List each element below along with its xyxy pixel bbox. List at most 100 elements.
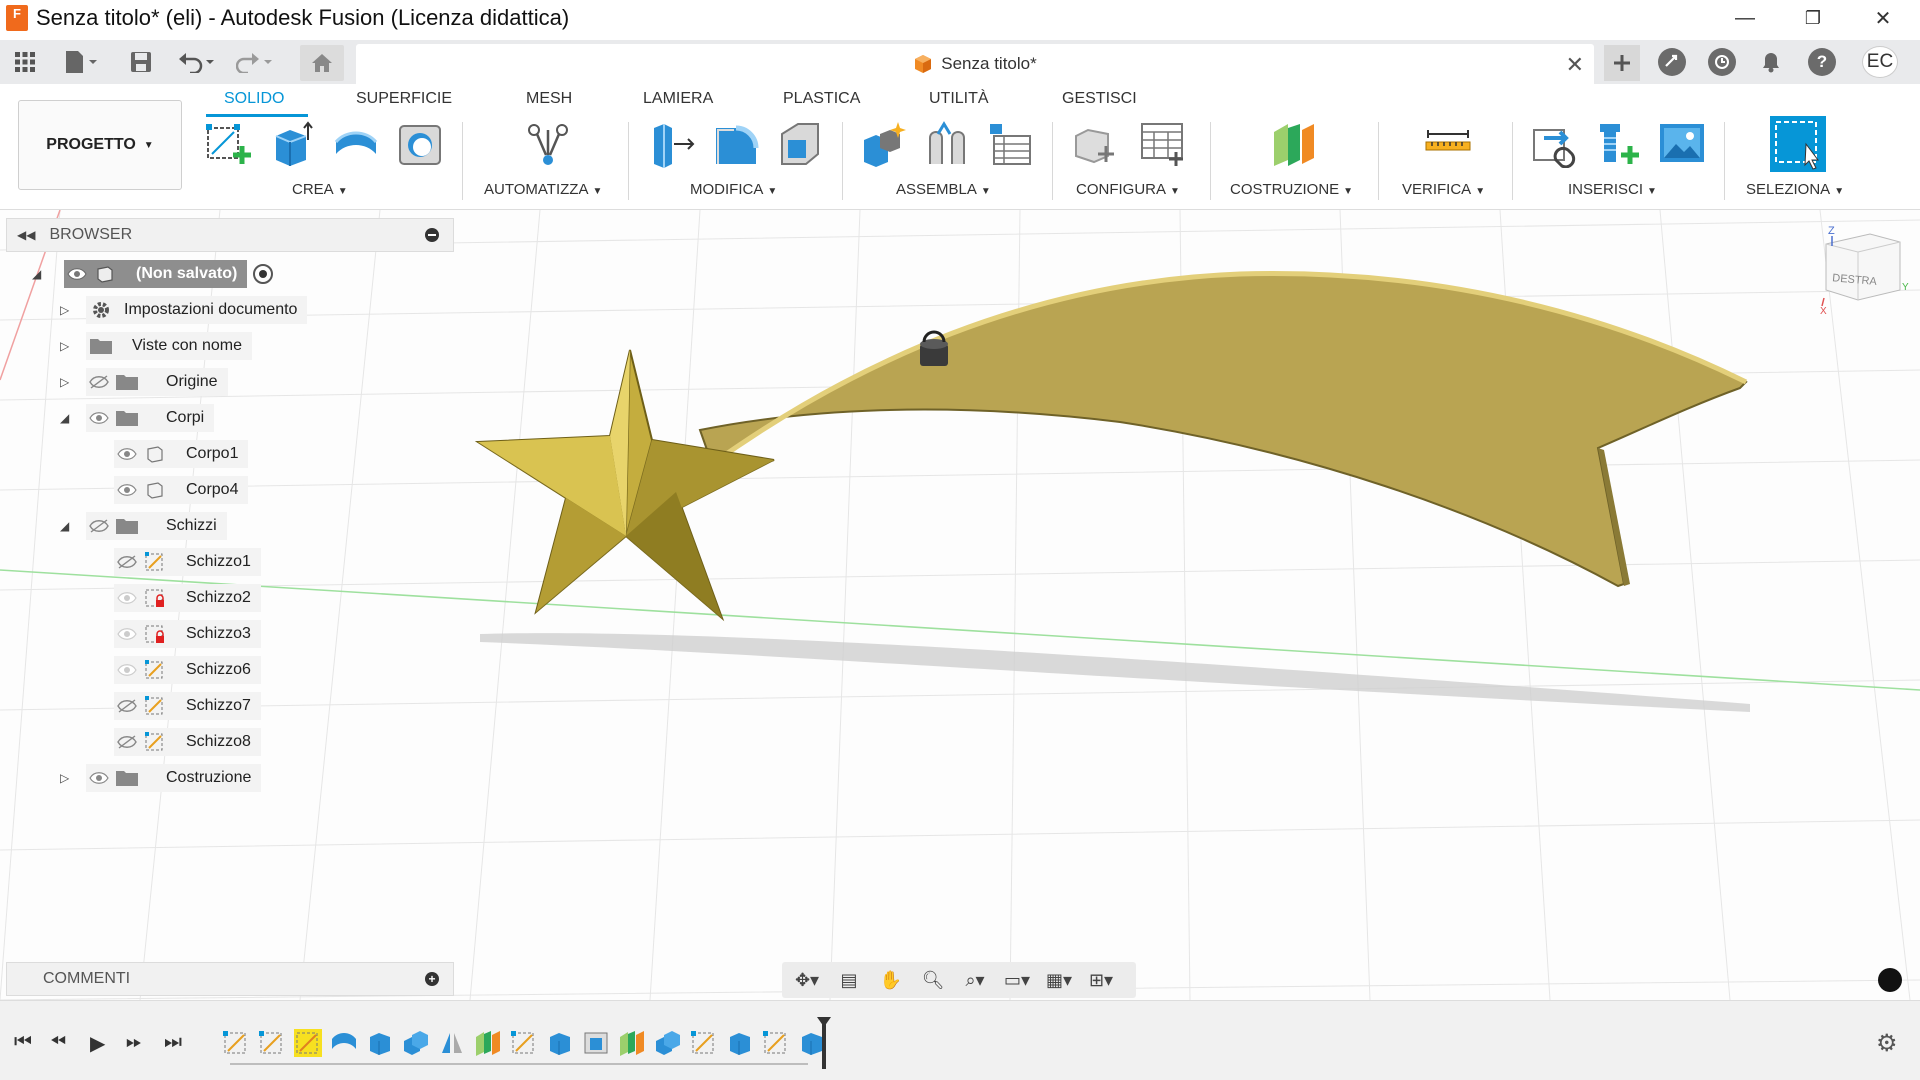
measure-icon[interactable]	[1424, 120, 1472, 168]
viewports-icon[interactable]: ⊞▾	[1082, 965, 1120, 995]
timeline-feature-extrude-icon[interactable]	[366, 1029, 394, 1057]
timeline-feature-sketch-icon[interactable]	[510, 1029, 538, 1057]
document-tab[interactable]: Senza titolo* ✕	[356, 44, 1594, 84]
offset-plane-icon[interactable]	[1270, 120, 1318, 168]
activate-radio-icon[interactable]	[253, 264, 274, 284]
workspace-switcher-button[interactable]: PROGETTO ▼	[18, 100, 182, 190]
eye-icon[interactable]	[86, 764, 112, 792]
tree-item-corpo1[interactable]: Corpo1	[114, 440, 249, 468]
group-inserisci-dropdown[interactable]: INSERISCI ▼	[1568, 181, 1657, 198]
timeline-previous-icon[interactable]: ⏪︎	[50, 1031, 66, 1054]
timeline-feature-mirror-icon[interactable]	[438, 1029, 466, 1057]
redo-icon[interactable]	[234, 47, 274, 77]
look-at-icon[interactable]: ▤	[830, 965, 868, 995]
tab-plastica[interactable]: PLASTICA	[783, 90, 860, 108]
tree-item-corpo4[interactable]: Corpo4	[114, 476, 249, 504]
configure-icon[interactable]	[1072, 120, 1120, 168]
undo-icon[interactable]	[176, 47, 216, 77]
group-configura-dropdown[interactable]: CONFIGURA ▼	[1076, 181, 1180, 198]
eye-icon[interactable]	[114, 476, 140, 504]
canvas-viewport[interactable]: DESTRA Z Y X ◀◀ BROWSER ◢ (Non salvato) …	[0, 210, 1920, 1000]
group-assembla-dropdown[interactable]: ASSEMBLA ▼	[896, 181, 991, 198]
eye-icon[interactable]	[64, 260, 90, 288]
timeline-next-icon[interactable]: ⏩︎	[126, 1031, 142, 1054]
tree-item-schizzi[interactable]: ◢ Schizzi	[56, 512, 227, 540]
timeline-feature-extrude-icon[interactable]	[726, 1029, 754, 1057]
group-verifica-dropdown[interactable]: VERIFICA ▼	[1402, 181, 1485, 198]
tab-gestisci[interactable]: GESTISCI	[1062, 90, 1137, 108]
select-icon[interactable]	[1770, 116, 1826, 172]
tree-item-schizzo6[interactable]: Schizzo6	[114, 656, 261, 684]
add-comment-icon[interactable]: +	[425, 972, 439, 986]
eye-icon[interactable]	[114, 440, 140, 468]
tree-expand-icon[interactable]: ▷	[60, 303, 69, 317]
home-icon[interactable]	[300, 45, 344, 81]
tree-expand-icon[interactable]: ▷	[60, 375, 69, 389]
insert-mcmaster-icon[interactable]	[1594, 120, 1642, 168]
chamfer-icon[interactable]	[776, 120, 824, 168]
group-crea-dropdown[interactable]: CREA ▼	[292, 181, 348, 198]
revolve-icon[interactable]	[332, 120, 380, 168]
tree-item-schizzo7[interactable]: Schizzo7	[114, 692, 261, 720]
eye-icon[interactable]	[114, 584, 140, 612]
tree-item-costruzione[interactable]: ▷ Costruzione	[56, 764, 262, 792]
timeline-feature-shell-icon[interactable]	[582, 1029, 610, 1057]
tree-item-schizzo8[interactable]: Schizzo8	[114, 728, 261, 756]
tree-collapse-icon[interactable]: ◢	[32, 267, 41, 281]
timeline-feature-combine-icon[interactable]	[402, 1029, 430, 1057]
document-tab-close-icon[interactable]: ✕	[1566, 52, 1584, 78]
timeline-feature-plane-icon[interactable]	[474, 1029, 502, 1057]
close-button[interactable]: ✕	[1854, 0, 1912, 36]
job-status-clock-icon[interactable]	[1708, 48, 1736, 76]
timeline-feature-revolve-icon[interactable]	[330, 1029, 358, 1057]
timeline-feature-sketch-icon[interactable]	[258, 1029, 286, 1057]
tree-expand-icon[interactable]: ▷	[60, 771, 69, 785]
tree-collapse-icon[interactable]: ◢	[60, 411, 69, 425]
timeline-feature-extrude-icon[interactable]	[546, 1029, 574, 1057]
minimize-panel-icon[interactable]	[425, 228, 439, 242]
tree-root-row[interactable]: ◢ (Non salvato)	[30, 260, 274, 288]
save-icon[interactable]	[126, 47, 156, 77]
timeline-feature-sketch-icon[interactable]	[222, 1029, 250, 1057]
joint-icon[interactable]	[924, 120, 972, 168]
timeline-play-icon[interactable]: ▶	[90, 1031, 105, 1056]
eye-hidden-icon[interactable]	[86, 368, 112, 396]
minimize-button[interactable]: —	[1716, 0, 1774, 36]
data-panel-grid-icon[interactable]	[10, 47, 40, 77]
tab-solido[interactable]: SOLIDO	[224, 90, 284, 108]
timeline-feature-sketch-icon[interactable]	[690, 1029, 718, 1057]
timeline-feature-sketch-sel-icon[interactable]	[294, 1029, 322, 1057]
fit-zoom-icon[interactable]: ⌕▾	[956, 965, 994, 995]
insert-derive-icon[interactable]	[1530, 120, 1578, 168]
orbit-icon[interactable]: ✥▾	[788, 965, 826, 995]
group-modifica-dropdown[interactable]: MODIFICA ▼	[690, 181, 777, 198]
timeline-last-icon[interactable]: ⏭	[164, 1031, 182, 1054]
tree-item-schizzo3[interactable]: Schizzo3	[114, 620, 261, 648]
timeline-feature-sketch-icon[interactable]	[762, 1029, 790, 1057]
eye-hidden-icon[interactable]	[114, 692, 140, 720]
tree-item-viste[interactable]: ▷ Viste con nome	[56, 332, 252, 360]
tree-expand-icon[interactable]: ▷	[60, 339, 69, 353]
tree-item-origine[interactable]: ▷ Origine	[56, 368, 228, 396]
new-tab-plus-icon[interactable]	[1604, 45, 1640, 81]
timeline-marker[interactable]	[817, 1017, 831, 1069]
timeline-feature-plane-icon[interactable]	[618, 1029, 646, 1057]
view-cube[interactable]: DESTRA Z Y X	[1812, 224, 1912, 314]
press-pull-icon[interactable]	[648, 120, 696, 168]
zoom-icon[interactable]: 🔍︎	[914, 965, 952, 995]
extrude-icon[interactable]	[268, 120, 316, 168]
tab-utilita[interactable]: UTILITÀ	[929, 90, 989, 108]
maximize-button[interactable]: ❐	[1784, 0, 1842, 36]
eye-icon[interactable]	[86, 404, 112, 432]
eye-icon[interactable]	[114, 656, 140, 684]
eye-hidden-icon[interactable]	[114, 548, 140, 576]
tree-item-schizzo2[interactable]: Schizzo2	[114, 584, 261, 612]
timeline-first-icon[interactable]: ⏮	[14, 1031, 32, 1054]
configuration-table-icon[interactable]	[1138, 120, 1186, 168]
notifications-bell-icon[interactable]	[1756, 47, 1786, 77]
group-automatizza-dropdown[interactable]: AUTOMATIZZA ▼	[484, 181, 602, 198]
fillet-icon[interactable]	[712, 120, 760, 168]
tree-item-impostazioni[interactable]: ▷ Impostazioni documento	[56, 296, 308, 324]
insert-image-icon[interactable]	[1658, 120, 1706, 168]
tree-item-corpi[interactable]: ◢ Corpi	[56, 404, 215, 432]
